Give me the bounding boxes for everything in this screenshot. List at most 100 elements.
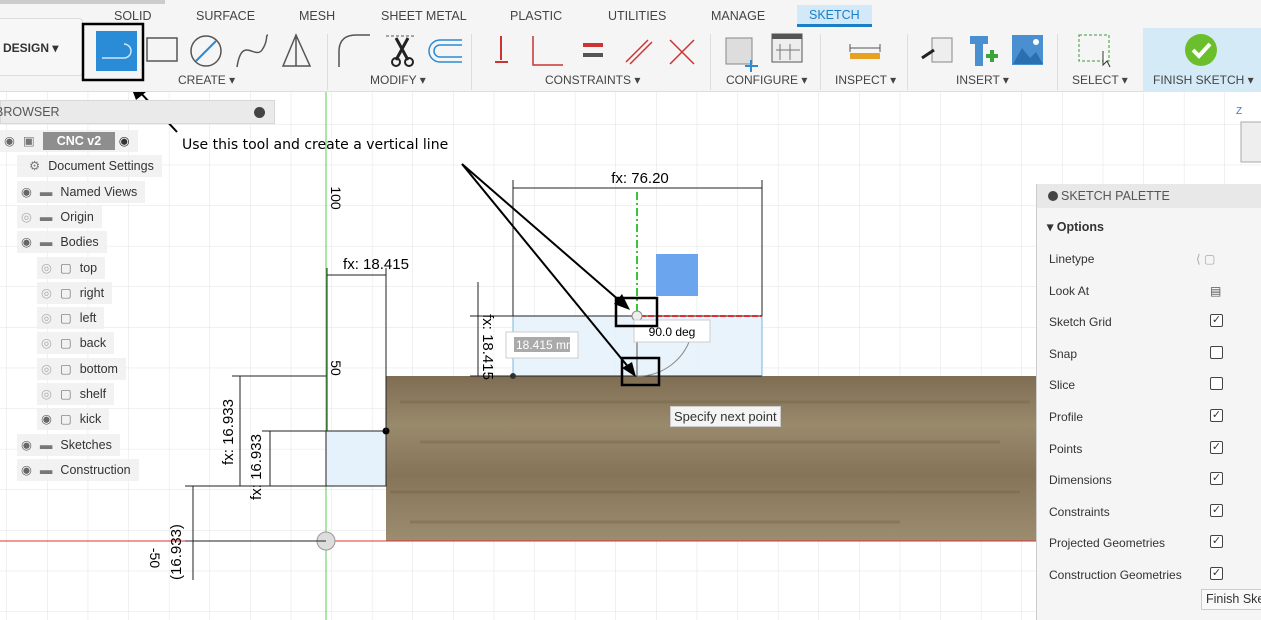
viewcube[interactable] [1240, 121, 1261, 163]
select-menu[interactable]: SELECT ▾ [1072, 73, 1128, 87]
modify-menu[interactable]: MODIFY ▾ [370, 73, 426, 87]
perpendicular-icon[interactable] [532, 36, 563, 66]
eye-hidden-icon[interactable]: ◎ [41, 261, 52, 275]
palette-row: Linetype ⟨ ▢ [1049, 252, 1216, 266]
eye-hidden-icon[interactable]: ◎ [21, 210, 32, 224]
browser-item[interactable]: ◎ ▢ back [37, 332, 115, 355]
folder-icon: ▬ [39, 184, 53, 199]
body-icon: ▢ [59, 361, 72, 376]
browser-item[interactable]: ◎ ▢ shelf [37, 383, 115, 405]
ruler-neg50: -50 [147, 548, 163, 568]
insert-derive-icon[interactable] [921, 37, 953, 63]
collapse-icon[interactable] [254, 107, 265, 118]
checkbox[interactable]: ✓ [1210, 409, 1223, 422]
checkbox[interactable]: ✓ [1210, 314, 1223, 328]
browser-item[interactable]: ◉ ▢ kick [37, 408, 110, 431]
palette-row: Look At ▤ [1049, 283, 1222, 298]
eye-icon[interactable]: ◉ [21, 463, 32, 477]
checkbox[interactable]: ✓ [1210, 440, 1223, 454]
eye-icon[interactable]: ◉ [41, 412, 52, 426]
browser-item[interactable]: ◎ ▢ bottom [37, 357, 126, 380]
look-at-icon[interactable]: ▤ [1210, 284, 1221, 298]
browser-item[interactable]: ◉ ▬ Bodies [17, 231, 107, 254]
browser-item[interactable]: ◉ ▬ Sketches [17, 433, 120, 456]
dim-height-left2[interactable]: fx: 16.933 [248, 434, 265, 500]
measure-icon[interactable] [849, 44, 881, 59]
browser-item[interactable]: ◎ ▢ top [37, 256, 106, 279]
checkbox[interactable] [1210, 345, 1223, 359]
eye-hidden-icon[interactable]: ◎ [41, 286, 52, 300]
checkbox[interactable]: ✓ [1210, 472, 1223, 486]
checkbox[interactable]: ✓ [1210, 535, 1223, 549]
parameters-icon[interactable] [725, 37, 758, 72]
palette-row: Sketch Grid ✓ [1049, 314, 1223, 330]
palette-row: Points ✓ [1049, 440, 1223, 456]
browser-header: BROWSER [0, 100, 275, 124]
dim-height-right[interactable]: fx: 18.415 [479, 314, 496, 380]
palette-title: SKETCH PALETTE [1061, 189, 1170, 203]
checkbox[interactable] [1210, 377, 1223, 391]
mirror-icon[interactable] [281, 33, 312, 67]
browser-item[interactable]: ◉ ▣ CNC v2 ◉ [0, 130, 138, 152]
insert-menu[interactable]: INSERT ▾ [956, 73, 1009, 87]
rectangle-icon[interactable] [146, 37, 178, 62]
dim-reference[interactable]: (16.933) [168, 524, 185, 580]
palette-row: Slice [1049, 377, 1259, 392]
ruler-100: 100 [328, 186, 344, 210]
create-menu[interactable]: CREATE ▾ [178, 73, 235, 87]
eye-icon[interactable]: ◉ [21, 185, 32, 199]
browser-item[interactable]: ◎ ▢ right [37, 281, 113, 304]
browser-item[interactable]: ◉ ▬ Construction [17, 458, 139, 481]
constraints-menu[interactable]: CONSTRAINTS ▾ [545, 73, 640, 87]
browser-item[interactable]: ◉ ▬ Named Views [17, 180, 146, 203]
palette-row: Dimensions ✓ [1049, 472, 1223, 488]
insert-canvas-icon[interactable] [1012, 35, 1043, 65]
eye-hidden-icon[interactable]: ◎ [41, 311, 52, 325]
fillet-icon[interactable] [338, 34, 370, 67]
insert-mcmaster-icon[interactable] [970, 36, 998, 66]
palette-row: Construction Geometries ✓ [1049, 567, 1223, 582]
checkbox[interactable]: ✓ [1210, 503, 1223, 517]
offset-icon[interactable] [428, 39, 462, 63]
body-icon: ▢ [59, 336, 72, 351]
length-input[interactable]: 18.415 mm [516, 338, 576, 352]
finish-sketch-palette-button[interactable]: Finish Sketch [1201, 589, 1261, 610]
sketch-profile-small[interactable] [325, 430, 387, 487]
line-tool-icon[interactable] [96, 31, 137, 71]
options-section[interactable]: ▾ Options [1047, 219, 1104, 234]
eye-icon[interactable]: ◉ [4, 134, 15, 148]
configure-menu[interactable]: CONFIGURE ▾ [726, 73, 807, 87]
collapse-icon[interactable] [1048, 191, 1058, 201]
gear-icon: ⚙ [29, 159, 41, 174]
checkbox[interactable]: ✓ [1210, 567, 1223, 580]
browser-item[interactable]: ⚙ Document Settings [17, 155, 162, 178]
circle-icon[interactable] [190, 35, 222, 67]
table-icon[interactable] [771, 33, 803, 63]
finish-check-icon[interactable] [1185, 34, 1217, 66]
eye-hidden-icon[interactable]: ◎ [41, 362, 52, 376]
eye-icon[interactable]: ◉ [21, 235, 32, 249]
eye-hidden-icon[interactable]: ◎ [41, 387, 52, 401]
browser-item[interactable]: ◎ ▬ Origin [17, 205, 102, 228]
spline-icon[interactable] [236, 34, 269, 68]
folder-icon: ▬ [39, 437, 53, 452]
fix-constraint-icon[interactable] [495, 36, 508, 63]
select-icon[interactable] [1078, 34, 1111, 68]
linetype-icon[interactable]: ⟨ ▢ [1196, 252, 1215, 266]
browser-panel: BROWSER [0, 100, 275, 124]
constraint-glyph [656, 254, 698, 296]
browser-item[interactable]: ◎ ▢ left [37, 307, 105, 330]
trim-icon[interactable] [386, 35, 416, 67]
equal-icon[interactable] [583, 43, 603, 57]
annotation-text: Use this tool and create a vertical line [182, 137, 449, 153]
parallel-icon[interactable] [625, 39, 653, 65]
dim-left-width[interactable]: fx: 18.415 [343, 256, 409, 273]
dim-height-left1[interactable]: fx: 16.933 [220, 399, 237, 465]
body-icon: ▢ [59, 260, 72, 275]
collinear-icon[interactable] [669, 39, 695, 65]
eye-hidden-icon[interactable]: ◎ [41, 336, 52, 350]
eye-icon[interactable]: ◉ [21, 438, 32, 452]
inspect-menu[interactable]: INSPECT ▾ [835, 73, 896, 87]
finish-sketch-menu[interactable]: FINISH SKETCH ▾ [1153, 73, 1254, 87]
dim-top-width[interactable]: fx: 76.20 [611, 170, 669, 187]
